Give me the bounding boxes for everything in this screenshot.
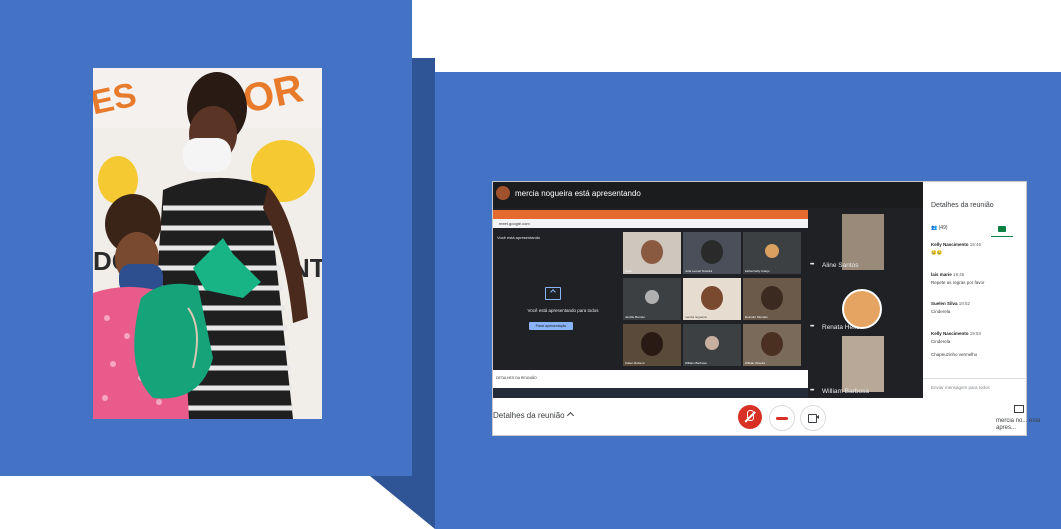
windows-taskbar <box>493 388 808 398</box>
video-tile: Julia Leonel Teixeira <box>683 232 741 274</box>
panel-fold <box>412 58 435 476</box>
meet-screenshot: mercia nogueira está apresentando meet.g… <box>492 181 1027 436</box>
inner-meet-bottom-bar: DETALHES DA REUNIÃO <box>493 370 808 388</box>
sender-name: Kelly Nascimento <box>931 242 969 247</box>
more-options-icon[interactable]: ••• <box>810 262 814 268</box>
sender-name: Suelen Silva <box>931 301 958 306</box>
more-options-icon[interactable]: ••• <box>810 388 814 394</box>
video-tile: mercia nogueira <box>683 278 741 320</box>
participant-avatar <box>842 289 882 329</box>
audio-level-icon: ••• <box>810 324 814 330</box>
video-tile: Kellen Rebeca <box>623 324 681 366</box>
presenting-to-all-text: Você está apresentando para todos <box>527 308 599 313</box>
video-tile: Wilhan Oliveira <box>743 324 801 366</box>
mic-off-button[interactable] <box>738 405 762 429</box>
photo-woman-and-child: ES OR DO NT <box>93 68 322 419</box>
camera-button[interactable] <box>800 405 826 431</box>
video-tile: katherinelly Araujo <box>743 232 801 274</box>
sender-name: lais marie <box>931 272 952 277</box>
tile-name: Kellen Rebeca <box>625 361 645 365</box>
message-sender: Kelly Nascimento 19:53 <box>931 331 981 336</box>
message-sender: Kelly Nascimento 19:46 <box>931 242 981 247</box>
presenter-label: mercia nogueira está apresentando <box>515 189 641 198</box>
you-presenting-label: Você está apresentando <box>497 235 541 240</box>
message-text: 😢😢 <box>931 250 943 255</box>
presenter-bar: mercia nogueira está apresentando <box>493 182 923 208</box>
tile-name: William Barbosa <box>685 361 707 365</box>
message-text: Repete as regras por favor <box>931 280 985 285</box>
tile-name: Você <box>625 269 632 273</box>
participant-video <box>842 336 884 392</box>
video-tile: Você <box>623 232 681 274</box>
message-text: Cinderela <box>931 339 951 344</box>
video-tile: Jamille Barreto <box>623 278 681 320</box>
inner-video-grid: Você Julia Leonel Teixeira katherinelly … <box>623 232 803 368</box>
message-text: Cinderela <box>931 309 951 314</box>
chevron-up-icon[interactable] <box>566 411 575 420</box>
panel-fold-bottom <box>370 476 435 529</box>
shared-screen: meet.google.com Você está apresentando V… <box>493 210 808 388</box>
tile-name: Julia Leonel Teixeira <box>685 269 713 273</box>
participant-name: William Barbosa <box>822 388 869 395</box>
message-time: 19:46 <box>969 242 982 247</box>
sender-name: Kelly Nascimento <box>931 331 969 336</box>
stop-presenting-button[interactable]: Parar apresentação <box>529 322 573 330</box>
message-time: 19:46 <box>953 272 965 277</box>
meeting-details-button[interactable]: Detalhes da reunião <box>493 411 565 420</box>
tile-name: Jamille Barreto <box>625 315 646 319</box>
input-divider <box>923 378 1026 379</box>
people-count: (49) <box>938 225 948 231</box>
people-illustration <box>93 72 308 419</box>
browser-url-bar: meet.google.com <box>493 219 808 228</box>
meeting-details-sidebar: Detalhes da reunião 👥 (49) Kelly Nascime… <box>923 182 1026 398</box>
chat-icon[interactable] <box>998 226 1006 232</box>
browser-tabs <box>493 210 808 219</box>
people-icon: 👥 <box>931 225 938 231</box>
tile-name: mercia nogueira <box>685 315 707 319</box>
message-text: Chapeuzinho vermelho <box>931 352 978 357</box>
tile-name: katherinelly Araujo <box>745 269 770 273</box>
message-time: 19:52 <box>958 301 971 306</box>
participant-name: Aline Santos <box>822 262 859 269</box>
tile-name: Evandro Mendes <box>745 315 768 319</box>
url-text: meet.google.com <box>499 221 530 226</box>
chat-input[interactable]: Enviar mensagem para todos <box>931 385 990 390</box>
message-sender: lais marie 19:46 <box>931 272 964 277</box>
message-time: 19:53 <box>969 331 982 336</box>
present-icon[interactable] <box>1014 405 1024 413</box>
video-tile: Evandro Mendes <box>743 278 801 320</box>
inner-present-pane: Você está apresentando Você está apresen… <box>493 230 621 368</box>
present-screen-icon <box>545 287 561 300</box>
meet-bottom-bar: Detalhes da reunião <box>493 398 1026 435</box>
presenting-note: mercia no... está apres... <box>996 418 1041 431</box>
chat-tab-indicator <box>991 236 1013 237</box>
presenter-avatar <box>496 186 510 200</box>
end-call-button[interactable] <box>769 405 795 431</box>
people-tab[interactable]: 👥 (49) <box>931 225 948 231</box>
tile-name: Wilhan Oliveira <box>745 361 766 365</box>
video-tile: William Barbosa <box>683 324 741 366</box>
inner-details-text: DETALHES DA REUNIÃO <box>496 376 537 380</box>
sidebar-title: Detalhes da reunião <box>931 202 994 209</box>
message-sender: Suelen Silva 19:52 <box>931 301 970 306</box>
